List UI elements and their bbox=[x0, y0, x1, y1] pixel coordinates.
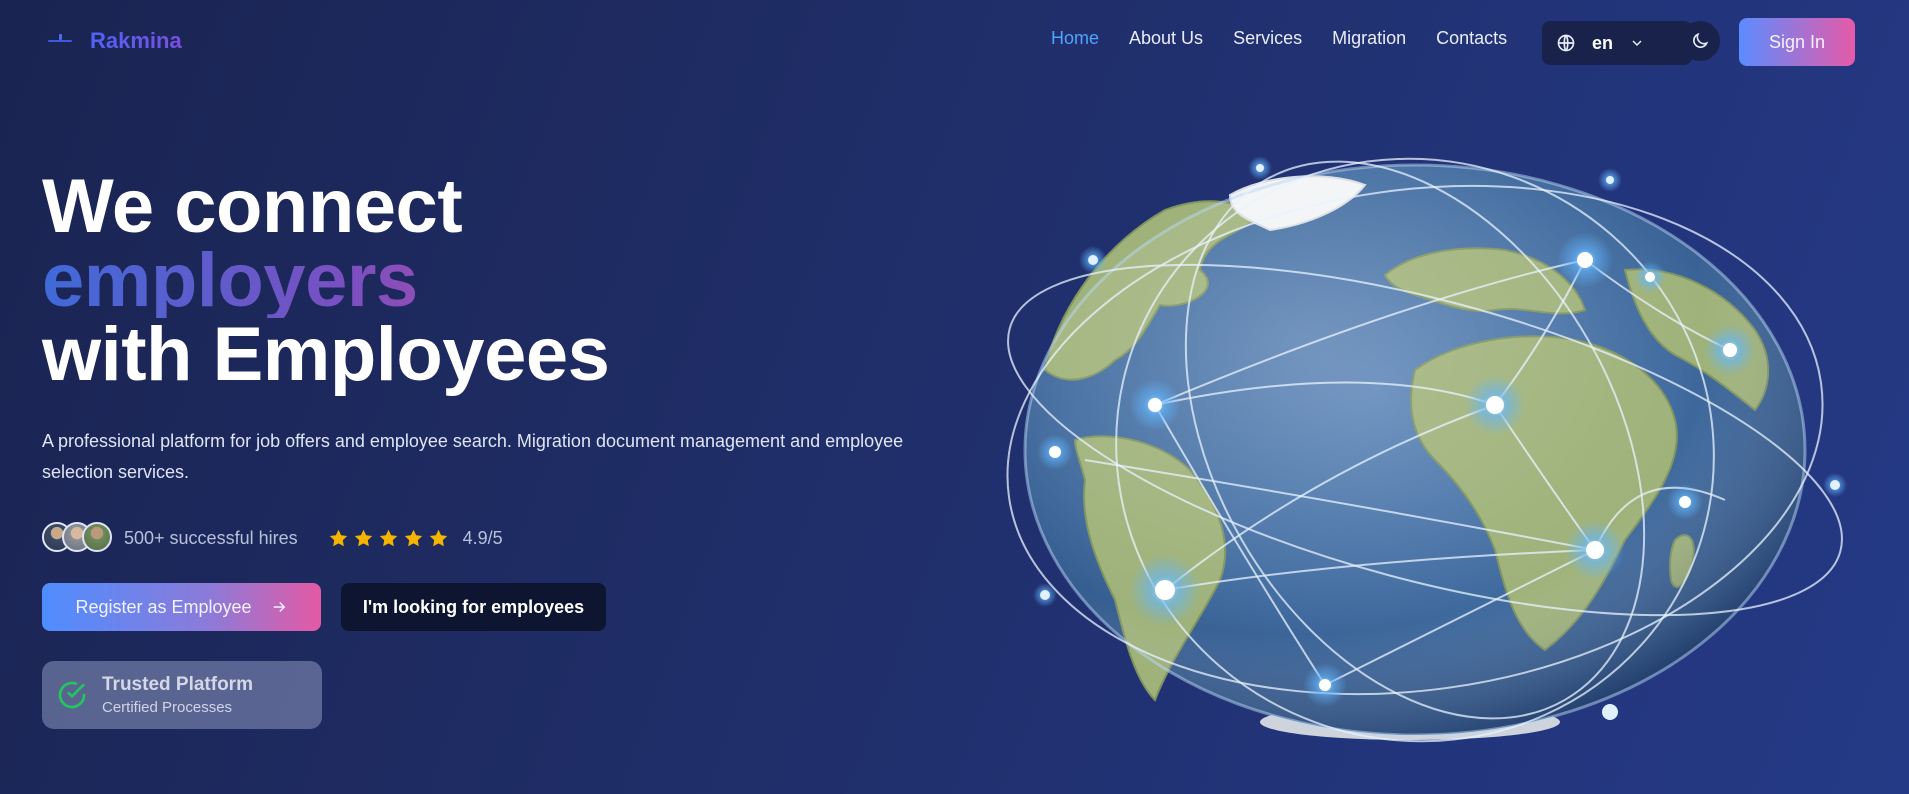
globe-graphic bbox=[1006, 156, 1847, 743]
rating-value: 4.9/5 bbox=[462, 527, 503, 548]
star-icon bbox=[429, 529, 447, 546]
star-icon bbox=[354, 529, 372, 546]
nav-item-about-us[interactable]: About Us bbox=[1129, 28, 1203, 49]
trust-subtitle: Certified Processes bbox=[102, 699, 233, 716]
register-employee-button[interactable]: Register as Employee bbox=[42, 583, 321, 631]
globe-illustration bbox=[985, 140, 1865, 760]
sign-in-button[interactable]: Sign In bbox=[1739, 18, 1855, 66]
chevron-down-icon bbox=[1632, 40, 1642, 47]
globe-shading bbox=[1025, 165, 1805, 735]
star-icon bbox=[404, 529, 422, 546]
trust-title: Trusted Platform bbox=[102, 674, 253, 695]
nav-item-home[interactable]: Home bbox=[1051, 28, 1099, 49]
find-employees-button[interactable]: I'm looking for employees bbox=[341, 583, 606, 631]
nav-item-contacts[interactable]: Contacts bbox=[1436, 28, 1507, 49]
brand[interactable]: Rakmina bbox=[44, 24, 182, 58]
star-icon bbox=[379, 529, 397, 546]
arrow-right-icon bbox=[273, 601, 285, 613]
brand-logo-icon bbox=[44, 24, 76, 58]
top-navigation: Rakmina Home About Us Services Migration… bbox=[0, 0, 1909, 84]
nav-item-migration[interactable]: Migration bbox=[1332, 28, 1406, 49]
globe-icon bbox=[1557, 34, 1575, 52]
language-selector[interactable]: en bbox=[1542, 21, 1692, 65]
main-nav: Home About Us Services Migration Contact… bbox=[1051, 28, 1537, 49]
hires-count: 500+ successful hires bbox=[124, 527, 298, 548]
trust-badge: Trusted Platform Certified Processes bbox=[42, 661, 322, 729]
social-proof: 500+ successful hires 4.9/5 bbox=[42, 522, 503, 554]
avatar bbox=[82, 522, 112, 552]
star-icon bbox=[329, 529, 347, 546]
hero-title: We connect employers with Employees bbox=[42, 164, 610, 397]
avatar-group bbox=[42, 522, 112, 554]
hero-description: A professional platform for job offers a… bbox=[42, 431, 904, 482]
hero-title-highlight: employers bbox=[42, 243, 609, 319]
theme-toggle-button[interactable] bbox=[1680, 21, 1720, 61]
check-circle-icon bbox=[58, 681, 86, 709]
rating-stars bbox=[328, 528, 449, 549]
register-employee-label: Register as Employee bbox=[75, 596, 252, 617]
language-code: en bbox=[1592, 32, 1614, 53]
moon-icon bbox=[1693, 32, 1709, 48]
brand-name: Rakmina bbox=[90, 28, 182, 53]
trust-text: Trusted Platform Certified Processes bbox=[102, 674, 253, 716]
hero-title-line-1: We connect bbox=[42, 164, 463, 249]
nav-item-services[interactable]: Services bbox=[1233, 28, 1302, 49]
hero-title-line-3: with Employees bbox=[42, 312, 610, 397]
